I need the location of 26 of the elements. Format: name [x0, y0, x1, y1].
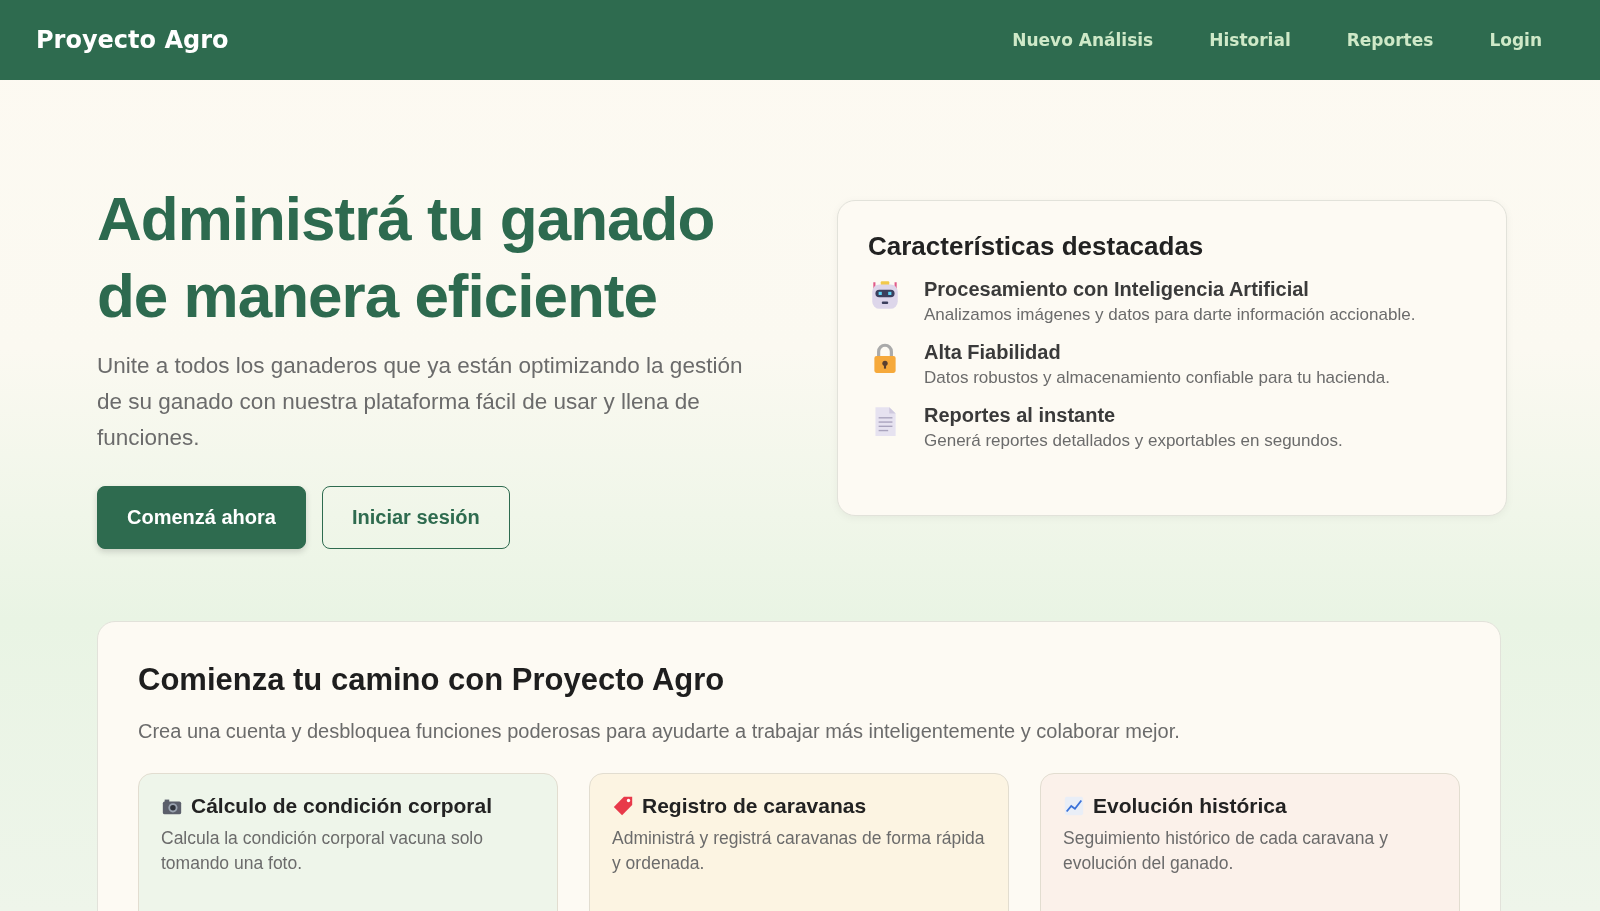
feature-description: Datos robustos y almacenamiento confiable para tu hacienda. — [924, 368, 1390, 388]
nav-link[interactable]: Reportes — [1346, 30, 1434, 50]
card-description: Seguimiento histórico de cada caravana y evolución del ganado. — [1063, 827, 1389, 875]
feature-title: Procesamiento con Inteligencia Artificial — [924, 278, 1310, 301]
hero-headline: Administrá tu ganado de manera eficiente — [97, 183, 716, 332]
section-description: Crea una cuenta y desbloquea funciones poderosas para ayudarte a trabajar más inteligentemente y colaborar mejor. — [138, 720, 1181, 743]
feature-description: Analizamos imágenes y datos para darte información accionable. — [924, 305, 1416, 325]
card-title: Evolución histórica — [1093, 794, 1287, 818]
chart-icon — [1063, 795, 1085, 817]
card-description: Calcula la condición corporal vacuna solo tomando una foto. — [161, 827, 484, 875]
hero-subtitle: Unite a todos los ganaderos que ya están optimizando la gestión de su ganado con nuestra plataforma fácil de usar y llena de funciones. — [97, 352, 744, 452]
tag-icon — [612, 795, 634, 817]
nav-link[interactable]: Nuevo Análisis — [1012, 30, 1154, 50]
login-button[interactable]: Iniciar sesión — [321, 486, 510, 549]
brand-logo[interactable]: Proyecto Agro — [36, 26, 1013, 54]
feature-title: Alta Fiabilidad — [924, 341, 1062, 364]
card-title: Características destacadas — [868, 231, 1205, 262]
card-title: Registro de caravanas — [642, 794, 867, 818]
section-title: Comienza tu camino con Proyecto Agro — [138, 662, 726, 698]
nav-link[interactable]: Historial — [1209, 30, 1291, 50]
card-title: Cálculo de condición corporal — [191, 794, 493, 818]
start-button[interactable]: Comenzá ahora — [97, 486, 306, 549]
card-description: Administrá y registrá caravanas de forma rápida y ordenada. — [612, 827, 986, 875]
nav-link[interactable]: Login — [1489, 30, 1542, 50]
feature-description: Generá reportes detallados y exportables en segundos. — [924, 431, 1343, 451]
feature-title: Reportes al instante — [924, 404, 1117, 427]
